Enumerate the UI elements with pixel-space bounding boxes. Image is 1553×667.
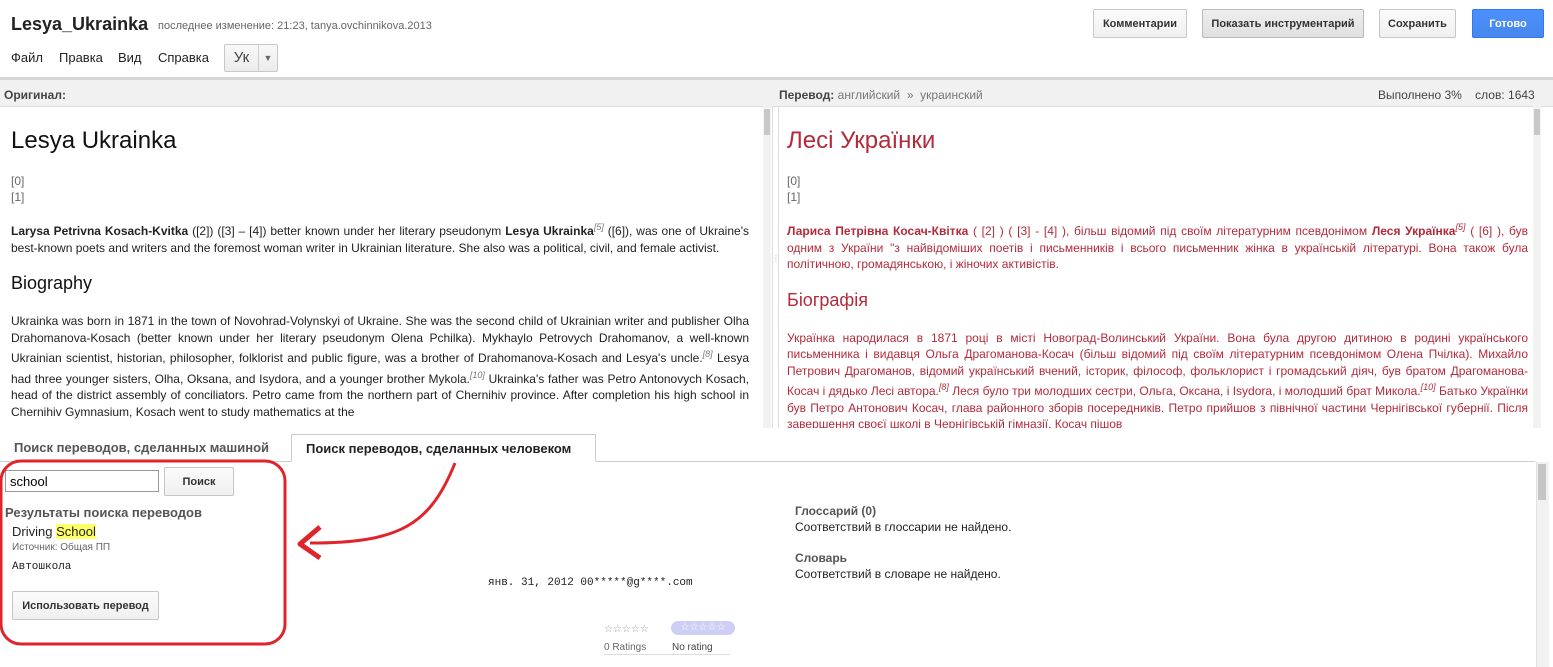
para-text: Леся було три молодших сестри, Ольга, Ок… — [948, 384, 1421, 398]
dictionary-title: Словарь — [795, 551, 848, 565]
menu-help[interactable]: Справка — [158, 50, 209, 65]
menu-view[interactable]: Вид — [118, 50, 142, 65]
results-title: Результаты поиска переводов — [5, 505, 202, 520]
original-paragraph-2: Ukrainka was born in 1871 in the town of… — [11, 313, 749, 420]
done-button[interactable]: Готово — [1472, 9, 1544, 38]
original-heading: Biography — [11, 273, 93, 293]
splitter-handle-icon[interactable]: ⋮ — [772, 255, 780, 269]
search-input[interactable] — [5, 470, 159, 492]
footnote[interactable]: [5] — [1455, 222, 1465, 232]
original-paragraph-1: Larysa Petrivna Kosach-Kvitka ([2]) ([3]… — [11, 219, 749, 256]
tab-machine-search[interactable]: Поиск переводов, сделанных машиной — [0, 434, 286, 462]
word-count: слов: 1643 — [1475, 88, 1535, 102]
progress-percent: Выполнено 3% — [1378, 88, 1462, 102]
target-language: украинский — [920, 88, 983, 102]
result-target-text: Автошкола — [12, 561, 72, 573]
translation-paragraph-2[interactable]: Українка народилася в 1871 році в місті … — [787, 330, 1528, 429]
glossary-empty-message: Соответствий в глоссарии не найдено. — [795, 520, 1012, 534]
glossary-title: Глоссарий (0) — [795, 504, 877, 518]
original-scroll-thumb[interactable] — [764, 109, 770, 135]
original-label: Оригинал: — [4, 88, 66, 102]
comments-button[interactable]: Комментарии — [1093, 9, 1187, 38]
footnote[interactable]: [5] — [594, 222, 604, 232]
para-text: ([2]) ([3] – [4]) better known under her… — [188, 224, 506, 238]
toolkit-scroll-thumb[interactable] — [1538, 464, 1546, 500]
save-button[interactable]: Сохранить — [1379, 9, 1456, 38]
translation-scrollbar[interactable] — [1533, 106, 1541, 428]
rate-stars-icon[interactable]: ☆☆☆☆☆ — [671, 621, 735, 635]
no-rating-label: No rating — [672, 642, 713, 653]
pseudonym-bold: Леся Українка — [1371, 224, 1456, 238]
translation-refs: [0] [1] — [787, 173, 1528, 205]
result-meta: янв. 31, 2012 00*****@g****.com — [488, 577, 693, 589]
ratings-count: 0 Ratings — [604, 642, 647, 653]
menu-edit[interactable]: Правка — [59, 50, 103, 65]
footnote[interactable]: [10] — [470, 370, 485, 380]
source-language: английский — [837, 88, 901, 102]
original-pane[interactable]: Lesya Ukrainka [0] [1] Larysa Petrivna K… — [0, 106, 773, 428]
show-toolkit-button[interactable]: Показать инструментарий — [1202, 9, 1364, 38]
pane-label-bar — [0, 80, 1553, 107]
language-select-value: Ук — [233, 49, 250, 66]
name-bold: Larysa Petrivna Kosach-Kvitka — [11, 224, 189, 238]
translation-label: Перевод: — [779, 88, 835, 102]
result-source-text: Driving School — [12, 524, 96, 539]
original-scrollbar[interactable] — [763, 106, 771, 428]
footnote[interactable]: [10] — [1421, 382, 1436, 392]
ref-0: [0] — [11, 174, 25, 188]
dictionary-empty-message: Соответствий в словаре не найдено. — [795, 567, 1001, 581]
result-source-prefix: Driving — [12, 524, 57, 539]
ref-0: [0] — [787, 174, 801, 188]
tab-human-search[interactable]: Поиск переводов, сделанных человеком — [291, 434, 596, 462]
ref-1: [1] — [787, 190, 801, 204]
translation-pane[interactable]: Лесі Українки [0] [1] Лариса Петрівна Ко… — [778, 106, 1549, 428]
rating-stars-icon[interactable]: ☆☆☆☆☆ — [604, 624, 649, 635]
translation-scroll-thumb[interactable] — [1534, 109, 1540, 135]
footnote[interactable]: [8] — [703, 349, 713, 359]
original-refs: [0] [1] — [11, 173, 749, 205]
language-arrow: » — [906, 88, 914, 102]
footnote[interactable]: [8] — [939, 382, 949, 392]
translation-language-label: Перевод: английский » украинский — [779, 88, 983, 102]
chevron-down-icon: ▼ — [258, 45, 277, 71]
use-translation-button[interactable]: Использовать перевод — [12, 591, 159, 620]
progress-info: Выполнено 3% слов: 1643 — [1378, 88, 1535, 102]
annotation-arrow — [309, 462, 457, 545]
para-text: ( [2] ) ( [3] - [4] ), більш відомий під… — [968, 224, 1372, 238]
menu-file[interactable]: Файл — [11, 50, 43, 65]
translation-paragraph-1[interactable]: Лариса Петрівна Косач-Квітка ( [2] ) ( [… — [787, 219, 1528, 273]
document-title: Lesya_Ukrainka — [11, 14, 149, 34]
name-bold: Лариса Петрівна Косач-Квітка — [787, 224, 969, 238]
last-modified-info: последнее изменение: 21:23, tanya.ovchin… — [158, 20, 432, 32]
result-origin: Источник: Общая ПП — [12, 542, 111, 553]
search-button[interactable]: Поиск — [164, 467, 234, 496]
result-divider — [604, 654, 730, 655]
annotation-arrowhead-icon — [297, 525, 322, 561]
ref-1: [1] — [11, 190, 25, 204]
language-select[interactable]: Ук ▼ — [224, 44, 278, 72]
translation-heading[interactable]: Біографія — [787, 290, 1528, 311]
result-source-highlight: School — [56, 524, 96, 539]
translation-title[interactable]: Лесі Українки — [787, 127, 1528, 155]
original-title: Lesya Ukrainka — [11, 127, 177, 154]
para-text: Ukrainka was born in 1871 in the town of… — [11, 314, 749, 365]
pseudonym-bold: Lesya Ukrainka — [505, 224, 594, 238]
